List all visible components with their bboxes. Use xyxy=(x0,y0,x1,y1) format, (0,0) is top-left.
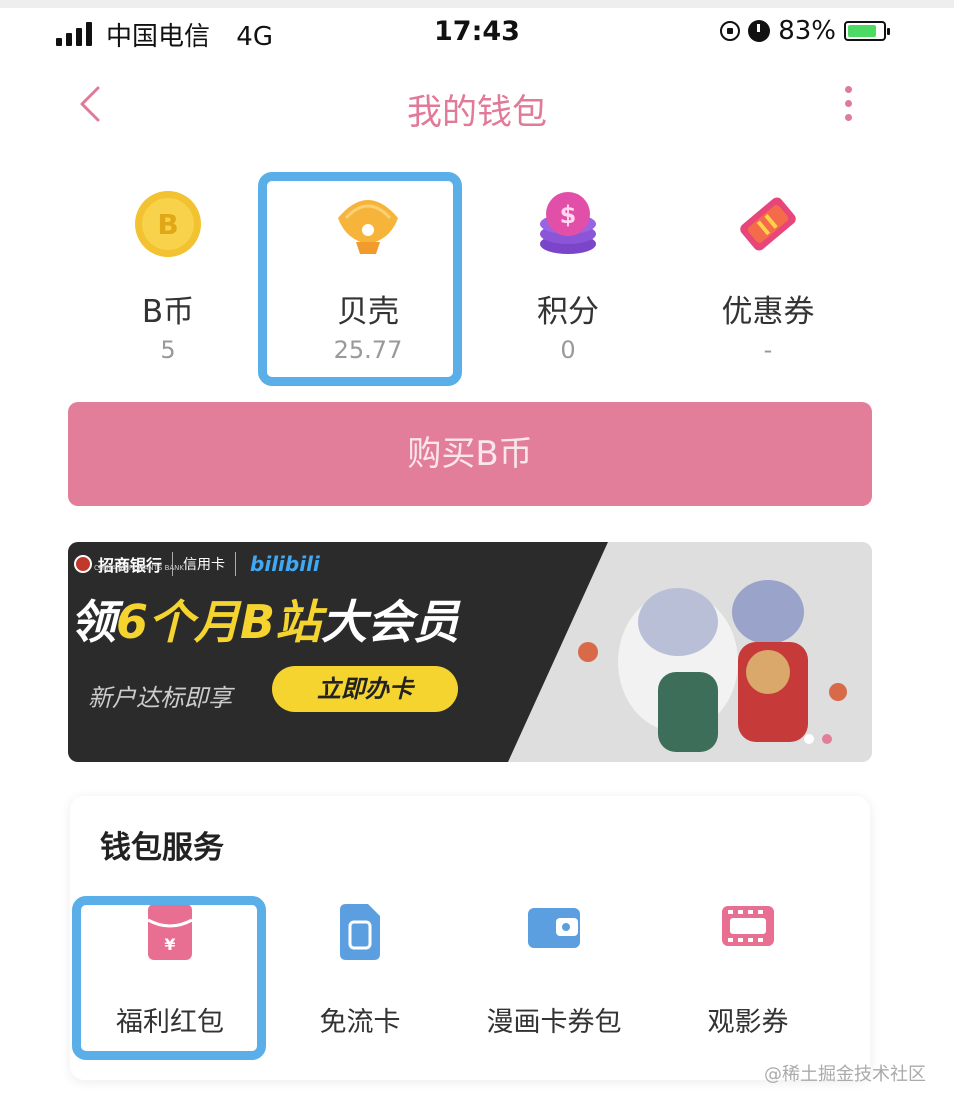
film-ticket-icon xyxy=(722,906,774,946)
bilibili-logo: bilibili xyxy=(250,552,320,576)
asset-label: 贝壳 xyxy=(337,294,399,330)
watermark: @稀土掘金技术社区 xyxy=(764,1064,926,1085)
headline-part: 6个月B站 xyxy=(116,595,322,649)
banner-subtext: 新户达标即享 xyxy=(88,684,232,712)
alarm-icon xyxy=(748,20,771,42)
banner-headline: 领6个月B站大会员 xyxy=(70,586,459,652)
service-label: 观影券 xyxy=(707,1007,789,1038)
asset-coupon[interactable]: 优惠券 - xyxy=(668,168,868,388)
svg-text:¥: ¥ xyxy=(164,935,175,954)
battery-percent: 83% xyxy=(778,16,836,46)
page-title: 我的钱包 xyxy=(406,93,547,133)
card-label: 信用卡 xyxy=(183,557,226,573)
bank-logo-icon xyxy=(74,555,92,573)
carousel-dot[interactable] xyxy=(804,734,814,744)
battery-fill xyxy=(848,25,877,37)
top-strip xyxy=(0,0,954,8)
service-welfare-red-packet[interactable]: ¥ 福利红包 xyxy=(70,892,270,1052)
asset-value: 25.77 xyxy=(333,336,403,364)
asset-value: 5 xyxy=(160,336,176,364)
asset-value: - xyxy=(763,336,773,364)
b-coin-icon: B xyxy=(135,191,201,257)
wallet-icon xyxy=(528,908,580,948)
svg-text:$: $ xyxy=(560,201,577,229)
section-title: 钱包服务 xyxy=(100,830,224,866)
service-free-data-card[interactable]: 免流卡 xyxy=(260,892,460,1052)
more-vertical-icon xyxy=(845,86,852,93)
asset-shell[interactable]: 贝壳 25.77 xyxy=(268,168,468,388)
wallet-services-card: 钱包服务 ¥ 福利红包 免流卡 漫画卡券包 观影券 xyxy=(70,796,870,1080)
service-movie-ticket[interactable]: 观影券 xyxy=(648,892,848,1052)
points-coins-icon: $ xyxy=(540,192,596,254)
service-comic-coupon-wallet[interactable]: 漫画卡券包 xyxy=(454,892,654,1052)
asset-label: B币 xyxy=(141,294,195,330)
nav-bar: 我的钱包 xyxy=(0,70,954,140)
service-label: 福利红包 xyxy=(116,1007,224,1038)
carousel-dots xyxy=(804,734,832,744)
status-right: 83% xyxy=(720,16,890,46)
shell-icon xyxy=(338,200,398,254)
sim-card-icon xyxy=(340,904,380,960)
apply-card-button[interactable]: 立即办卡 xyxy=(272,666,458,712)
red-envelope-icon: ¥ xyxy=(147,904,193,960)
asset-points[interactable]: $ 积分 0 xyxy=(468,168,668,388)
asset-label: 积分 xyxy=(537,294,599,330)
service-label: 漫画卡券包 xyxy=(486,1007,622,1038)
headline-part: 大会员 xyxy=(321,595,460,649)
battery-icon xyxy=(844,21,890,41)
rotation-lock-icon xyxy=(720,21,741,41)
more-button[interactable] xyxy=(838,84,858,124)
asset-row: B B币 5 贝壳 25.77 $ 积分 0 优惠券 - xyxy=(68,168,872,388)
service-label: 免流卡 xyxy=(319,1007,401,1038)
coupon-ticket-icon xyxy=(740,197,796,251)
promo-banner[interactable]: 招商银行 信用卡 bilibili CHINA MERCHANTS BANK 领… xyxy=(68,542,872,762)
buy-b-coin-button[interactable]: 购买B币 xyxy=(68,402,872,506)
asset-label: 优惠券 xyxy=(721,294,815,330)
status-bar: 中国电信 4G 17:43 83% xyxy=(0,8,954,58)
svg-text:B: B xyxy=(157,208,178,241)
carousel-dot-active[interactable] xyxy=(822,734,832,744)
asset-value: 0 xyxy=(560,336,576,364)
headline-part: 领 xyxy=(70,595,116,649)
asset-b-coin[interactable]: B B币 5 xyxy=(68,168,268,388)
bank-name-en: CHINA MERCHANTS BANK xyxy=(94,564,184,572)
